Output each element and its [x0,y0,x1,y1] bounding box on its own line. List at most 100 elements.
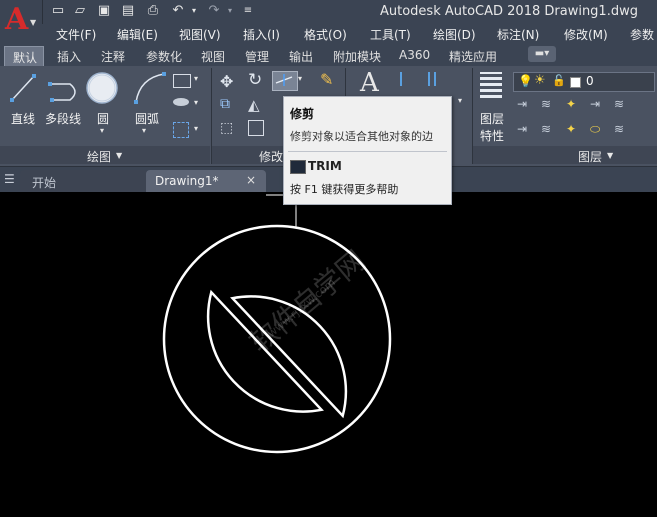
rectangle-icon[interactable] [173,74,191,88]
drawing-content [162,192,392,454]
open-file-icon[interactable]: ▱ [72,3,88,19]
print-icon[interactable]: ⎙ [145,3,161,19]
window-title: Autodesk AutoCAD 2018 Drawing1.dwg [380,4,638,19]
layer-tool-icon-4[interactable]: ⇥ [590,97,600,111]
tab-insert[interactable]: 插入 [57,48,81,65]
arc-label[interactable]: 圆弧 [135,110,159,127]
circle-dropdown-icon[interactable]: ▾ [100,126,104,135]
tab-featured-apps[interactable]: 精选应用 [449,48,497,65]
circle-label[interactable]: 圆 [97,110,109,127]
menu-edit[interactable]: 编辑(E) [117,26,158,43]
linear-dimension-icon[interactable] [400,72,430,86]
tab-addins[interactable]: 附加模块 [333,48,381,65]
mirror-icon[interactable]: ◭ [248,96,260,114]
text-tool-icon[interactable]: A [360,68,379,98]
layer-tool-icon-10[interactable]: ≋ [614,122,624,136]
stretch-icon[interactable]: ⬚ [220,120,233,136]
draw-panel-expand-icon[interactable]: ▼ [116,151,122,160]
tab-default[interactable]: 默认 [4,46,44,66]
annotation-dropdown-icon[interactable]: ▾ [458,96,462,105]
layer-tool-icon-8[interactable]: ✦ [566,122,576,136]
undo-icon[interactable]: ↶ [170,3,186,19]
trim-tooltip: 修剪 修剪对象以适合其他对象的边 TRIM 按 F1 键获得更多帮助 [283,96,452,205]
region-icon[interactable] [173,122,189,138]
layer-tool-icon-6[interactable]: ⇥ [517,122,527,136]
rectangle-dropdown-icon[interactable]: ▾ [194,74,198,83]
menu-view[interactable]: 视图(V) [179,26,221,43]
ribbon-display-toggle-icon[interactable]: ▬▾ [528,46,556,62]
draw-panel-title[interactable]: 绘图 [87,148,111,165]
line-icon[interactable] [10,74,36,102]
menu-tools[interactable]: 工具(T) [370,26,411,43]
layer-panel-footer[interactable] [473,146,657,164]
close-icon[interactable]: × [246,173,256,187]
copy-icon[interactable]: ⧉ [220,96,230,112]
tab-manage[interactable]: 管理 [245,48,269,65]
layer-properties-label-1[interactable]: 图层 [480,110,504,127]
tab-menu-icon[interactable]: ☰ [4,172,15,186]
tooltip-divider [288,151,447,152]
save-icon[interactable]: ▣ [96,3,112,19]
layer-tool-icon-2[interactable]: ≋ [541,97,551,111]
hatch-dropdown-icon[interactable]: ▾ [194,98,198,107]
tooltip-description: 修剪对象以适合其他对象的边 [290,130,433,143]
layer-panel-title[interactable]: 图层 [578,148,602,165]
arc-icon[interactable] [134,72,166,104]
hatch-icon[interactable] [173,98,189,106]
redo-icon[interactable]: ↷ [206,3,222,19]
tooltip-help-text: 按 F1 键获得更多帮助 [290,183,399,196]
polyline-label[interactable]: 多段线 [45,110,81,127]
scale-icon[interactable] [248,120,264,136]
unlock-icon: 🔓 [552,74,566,87]
move-icon[interactable]: ✥ [220,72,233,91]
modify-panel-title[interactable]: 修改 [259,148,283,165]
circle-icon[interactable] [86,72,118,104]
dimension-style-icon[interactable] [434,72,450,86]
new-file-icon[interactable]: ▭ [50,3,66,19]
command-line-icon [290,160,306,174]
undo-dropdown-icon[interactable]: ▾ [186,3,202,19]
doc-tab-start[interactable]: 开始 [20,170,148,192]
menu-modify[interactable]: 修改(M) [564,26,608,43]
ribbon-tab-bar [0,44,657,67]
trim-dropdown-icon[interactable]: ▾ [298,74,302,83]
layer-color-swatch [570,77,581,88]
tooltip-title: 修剪 [290,107,315,121]
menu-dimension[interactable]: 标注(N) [497,26,539,43]
region-dropdown-icon[interactable]: ▾ [194,124,198,133]
menu-file[interactable]: 文件(F) [56,26,96,43]
erase-icon[interactable]: ✎ [320,70,333,89]
layer-panel-expand-icon[interactable]: ▼ [607,151,613,160]
arc-dropdown-icon[interactable]: ▾ [142,126,146,135]
sun-icon: ☀ [534,73,546,88]
layer-properties-icon[interactable] [480,72,502,98]
polyline-icon[interactable] [48,82,76,102]
layer-tool-icon-9[interactable]: ⬭ [590,122,600,137]
tab-output[interactable]: 输出 [289,48,313,65]
redo-dropdown-icon[interactable]: ▾ [222,3,238,19]
tooltip-command: TRIM [308,159,342,173]
chevron-down-icon: ▼ [30,18,37,27]
menu-insert[interactable]: 插入(I) [243,26,280,43]
tab-default-label: 默认 [13,51,38,65]
customize-toolbar-icon[interactable]: ≡ [240,3,256,19]
rotate-icon[interactable]: ↻ [248,70,262,90]
menu-draw[interactable]: 绘图(D) [433,26,476,43]
tab-view[interactable]: 视图 [201,48,225,65]
save-as-icon[interactable]: ▤ [120,3,136,19]
layer-tool-icon-5[interactable]: ≋ [614,97,624,111]
layer-tool-icon-3[interactable]: ✦ [566,97,576,111]
application-menu-button[interactable]: A ▼ [0,0,43,44]
layer-tool-icon-1[interactable]: ⇥ [517,97,527,111]
menu-format[interactable]: 格式(O) [304,26,347,43]
layer-properties-label-2[interactable]: 特性 [480,127,504,144]
layer-tool-icon-7[interactable]: ≋ [541,122,551,136]
lightbulb-icon: 💡 [518,74,533,88]
line-label[interactable]: 直线 [11,110,35,127]
layer-dropdown[interactable]: 💡 ☀ 🔓 0 [513,72,655,92]
doc-tab-drawing1[interactable]: Drawing1* × [146,170,266,192]
tab-annotate[interactable]: 注释 [101,48,125,65]
tab-a360[interactable]: A360 [399,48,430,62]
tab-parametric[interactable]: 参数化 [146,48,182,65]
menu-parametric[interactable]: 参数 [630,26,654,43]
